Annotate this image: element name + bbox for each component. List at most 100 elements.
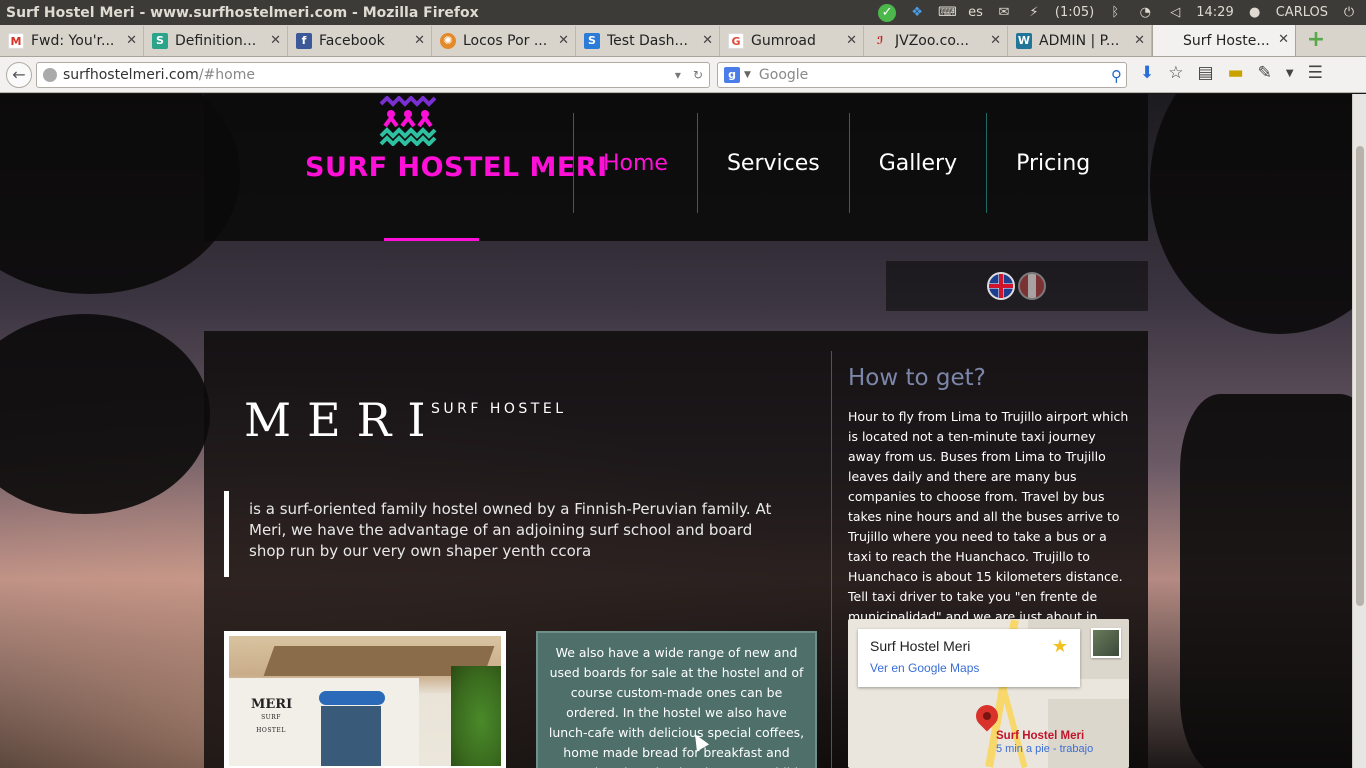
toolbar-icons: ⬇ ☆ ▤ ▬ ✎ ▼ ☰ bbox=[1140, 63, 1323, 83]
site-logo-text[interactable]: SURF HOSTEL MERI bbox=[305, 152, 608, 183]
close-icon[interactable]: ✕ bbox=[702, 33, 713, 48]
brand-subtitle: SURF HOSTEL bbox=[431, 401, 567, 417]
tab-label: JVZoo.co... bbox=[895, 33, 969, 49]
site-header: SURF HOSTEL MERI Home Services Gallery P… bbox=[204, 94, 1148, 241]
keyboard-lang[interactable]: es bbox=[968, 5, 983, 20]
google-icon[interactable]: g bbox=[724, 67, 740, 83]
os-top-bar: Surf Hostel Meri - www.surfhostelmeri.co… bbox=[0, 0, 1366, 25]
google-map[interactable]: Surf Hostel Meri Ver en Google Maps ★ Su… bbox=[848, 619, 1129, 768]
map-info-card: Surf Hostel Meri Ver en Google Maps ★ bbox=[858, 629, 1080, 687]
tab-jvzoo[interactable]: ℐ JVZoo.co... ✕ bbox=[864, 26, 1008, 56]
gumroad-icon: G bbox=[728, 33, 744, 49]
tab-surf-hostel[interactable]: Surf Hoste... ✕ bbox=[1152, 25, 1296, 56]
bluetooth-icon[interactable]: ᛒ bbox=[1106, 4, 1124, 22]
power-icon[interactable]: ⏻ bbox=[1340, 4, 1358, 22]
reload-icon[interactable]: ↻ bbox=[687, 68, 709, 82]
search-input[interactable]: Google bbox=[759, 67, 808, 83]
chevron-down-icon[interactable]: ▼ bbox=[744, 70, 751, 80]
close-icon[interactable]: ✕ bbox=[558, 33, 569, 48]
tab-label: Locos Por ... bbox=[463, 33, 548, 49]
map-thumbnail-image bbox=[1093, 630, 1119, 656]
photo-sign-subtitle: SURF HOSTEL bbox=[256, 714, 286, 734]
volume-icon[interactable]: ◁ bbox=[1166, 4, 1184, 22]
menu-icon[interactable]: ☰ bbox=[1308, 63, 1323, 83]
tab-gumroad[interactable]: G Gumroad ✕ bbox=[720, 26, 864, 56]
battery-icon[interactable]: ⚡ bbox=[1025, 4, 1043, 22]
close-icon[interactable]: ✕ bbox=[990, 33, 1001, 48]
logo-icon[interactable] bbox=[377, 96, 439, 146]
tab-label: Facebook bbox=[319, 33, 385, 49]
tab-label: Gumroad bbox=[751, 33, 816, 49]
navigation-bar: ← surfhostelmeri.com/#home ▾ ↻ g ▼ Googl… bbox=[0, 57, 1366, 93]
check-icon[interactable]: ✓ bbox=[878, 3, 897, 22]
window-title: Surf Hostel Meri - www.surfhostelmeri.co… bbox=[6, 4, 479, 21]
active-menu-indicator bbox=[384, 238, 479, 241]
mail-icon[interactable]: ✉ bbox=[995, 4, 1013, 22]
peru-flag-icon[interactable] bbox=[1018, 272, 1046, 300]
star-icon[interactable]: ★ bbox=[1052, 636, 1068, 657]
site-menu: Home Services Gallery Pricing bbox=[573, 113, 1120, 213]
bookmark-star-icon[interactable]: ☆ bbox=[1168, 63, 1183, 83]
tab-label: ADMIN | P... bbox=[1039, 33, 1120, 49]
new-tab-button[interactable]: + bbox=[1304, 29, 1328, 53]
surfboard-shape bbox=[319, 691, 385, 705]
hostel-photo[interactable]: MERI SURF HOSTEL bbox=[224, 631, 506, 768]
tab-label: Fwd: You'r... bbox=[31, 33, 115, 49]
scrollbar-thumb[interactable] bbox=[1356, 146, 1364, 606]
close-icon[interactable]: ✕ bbox=[414, 33, 425, 48]
search-icon[interactable]: ⚲ bbox=[1111, 67, 1122, 85]
palm-silhouette bbox=[1180, 394, 1352, 768]
url-bar[interactable]: surfhostelmeri.com/#home ▾ ↻ bbox=[36, 62, 710, 88]
map-walk-label: 5 min a pie - trabajo bbox=[996, 743, 1094, 755]
url-text[interactable]: surfhostelmeri.com/#home bbox=[63, 67, 669, 83]
close-icon[interactable]: ✕ bbox=[1278, 32, 1289, 47]
extension-icon[interactable]: ▬ bbox=[1228, 63, 1244, 83]
close-icon[interactable]: ✕ bbox=[846, 33, 857, 48]
tab-locos[interactable]: ✺ Locos Por ... ✕ bbox=[432, 26, 576, 56]
close-icon[interactable]: ✕ bbox=[126, 33, 137, 48]
close-icon[interactable]: ✕ bbox=[270, 33, 281, 48]
tab-label: Surf Hoste... bbox=[1183, 32, 1270, 49]
column-divider bbox=[831, 351, 832, 768]
map-card-title: Surf Hostel Meri bbox=[870, 638, 971, 654]
palm-silhouette bbox=[1150, 94, 1352, 334]
chevron-down-icon[interactable]: ▼ bbox=[1286, 68, 1294, 79]
page-scrollbar[interactable] bbox=[1352, 94, 1366, 768]
clock[interactable]: 14:29 bbox=[1196, 5, 1233, 20]
info-card-text: We also have a wide range of new and use… bbox=[548, 645, 805, 768]
tab-test-dash[interactable]: S Test Dash... ✕ bbox=[576, 26, 720, 56]
username[interactable]: CARLOS bbox=[1276, 5, 1328, 20]
dropdown-icon[interactable]: ▾ bbox=[669, 68, 687, 82]
language-switcher bbox=[886, 261, 1148, 311]
tab-definition[interactable]: S Definition... ✕ bbox=[144, 26, 288, 56]
hostel-photo-image: MERI SURF HOSTEL bbox=[229, 636, 501, 766]
s-icon: S bbox=[152, 33, 168, 49]
map-view-link[interactable]: Ver en Google Maps bbox=[870, 661, 979, 675]
search-bar[interactable]: g ▼ Google ⚲ bbox=[717, 62, 1127, 88]
addon-icon[interactable]: ✎ bbox=[1258, 63, 1272, 83]
intro-text: is a surf-oriented family hostel owned b… bbox=[249, 500, 772, 560]
menu-gallery[interactable]: Gallery bbox=[848, 113, 986, 213]
jvzoo-icon: ℐ bbox=[876, 34, 884, 47]
bookmarks-list-icon[interactable]: ▤ bbox=[1198, 63, 1214, 83]
close-icon[interactable]: ✕ bbox=[1134, 33, 1145, 48]
facebook-icon: f bbox=[296, 33, 312, 49]
photo-sign-title: MERI bbox=[251, 697, 293, 712]
map-thumbnail[interactable] bbox=[1091, 628, 1121, 658]
system-tray: ✓ ❖ ⌨ es ✉ ⚡ (1:05) ᛒ ◔ ◁ 14:29 ● CARLOS… bbox=[878, 0, 1366, 25]
menu-services[interactable]: Services bbox=[696, 113, 849, 213]
uk-flag-icon[interactable] bbox=[987, 272, 1015, 300]
tab-facebook[interactable]: f Facebook ✕ bbox=[288, 26, 432, 56]
brand-title: MERI bbox=[244, 393, 442, 447]
user-icon[interactable]: ● bbox=[1246, 4, 1264, 22]
keyboard-icon[interactable]: ⌨ bbox=[938, 4, 957, 22]
menu-home[interactable]: Home bbox=[573, 113, 697, 213]
back-button[interactable]: ← bbox=[6, 61, 32, 88]
download-icon[interactable]: ⬇ bbox=[1140, 63, 1154, 83]
tab-gmail[interactable]: M Fwd: You'r... ✕ bbox=[0, 26, 144, 56]
wifi-icon[interactable]: ◔ bbox=[1136, 4, 1154, 22]
dropbox-icon[interactable]: ❖ bbox=[908, 4, 926, 22]
menu-pricing[interactable]: Pricing bbox=[986, 113, 1120, 213]
tab-admin[interactable]: W ADMIN | P... ✕ bbox=[1008, 26, 1152, 56]
quote-bar bbox=[224, 491, 229, 577]
